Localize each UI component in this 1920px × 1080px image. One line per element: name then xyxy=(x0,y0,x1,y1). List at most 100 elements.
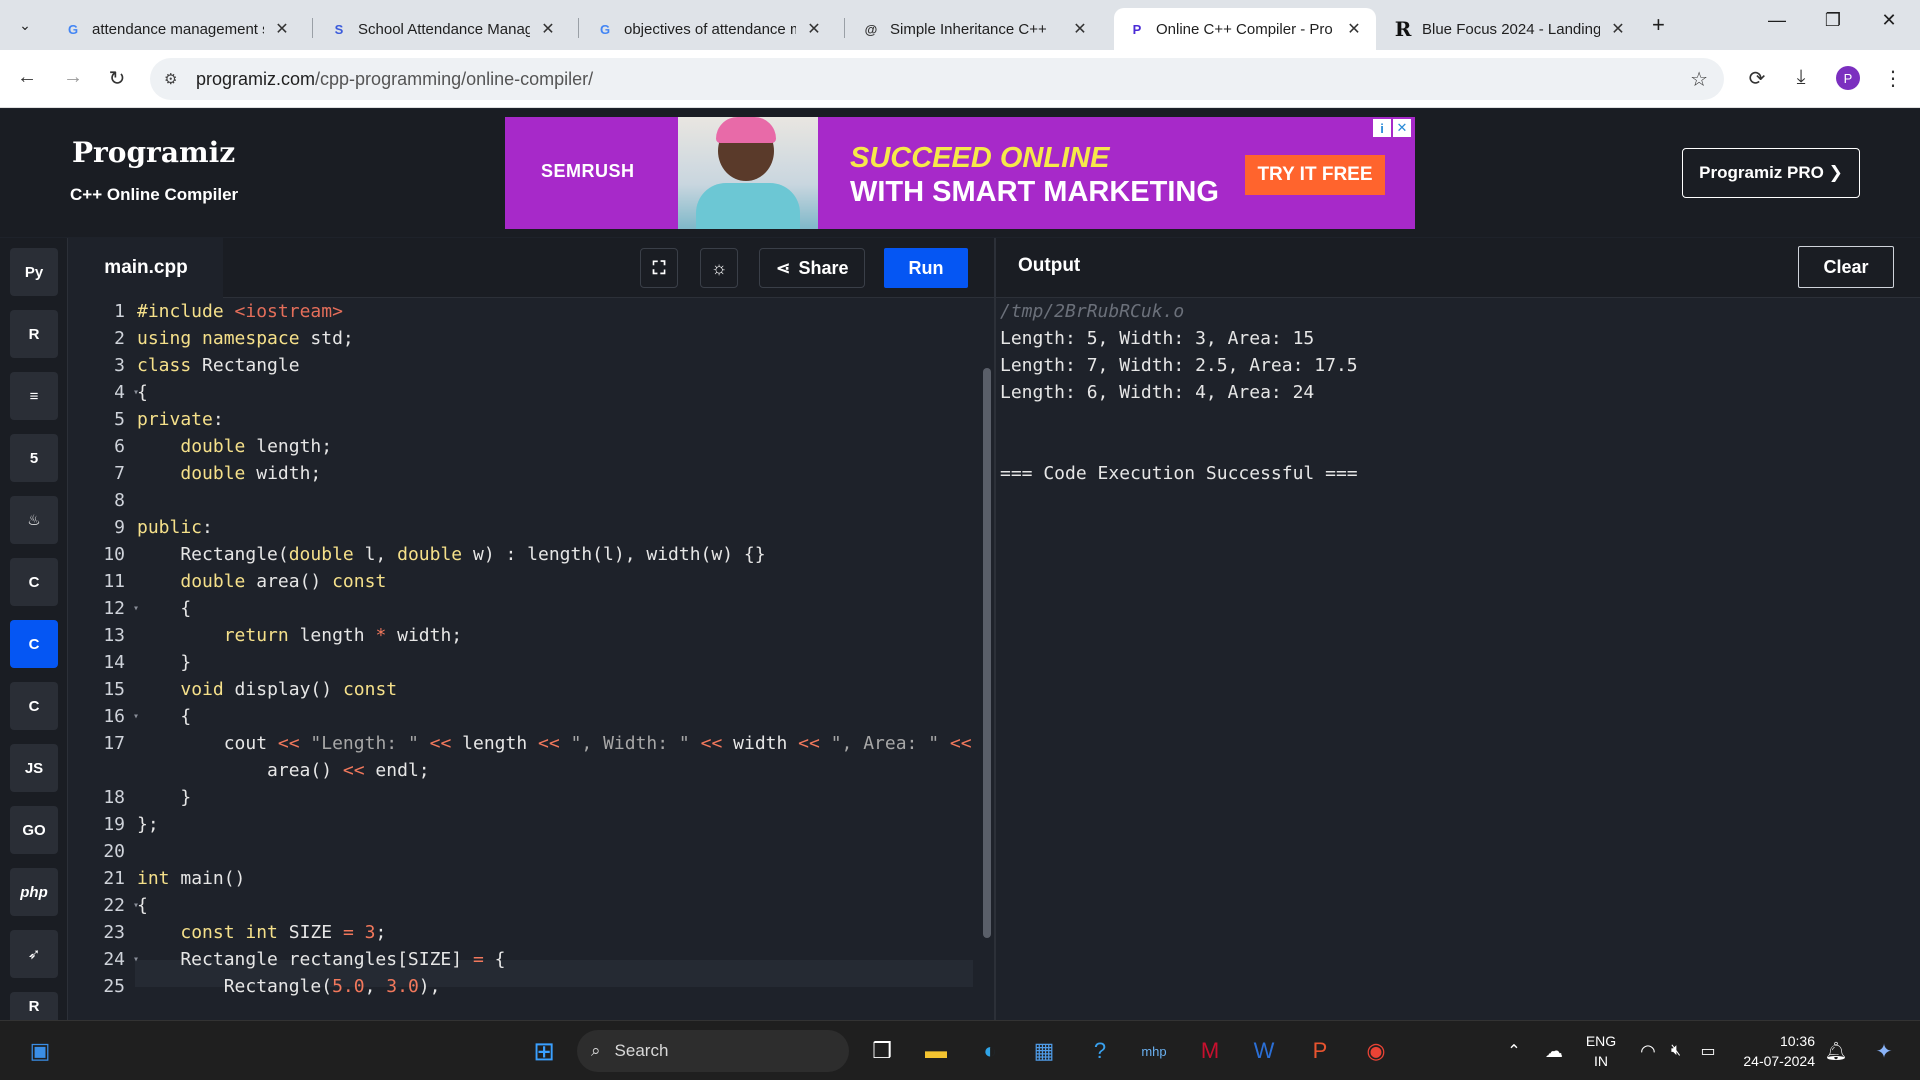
close-tab-icon[interactable]: ✕ xyxy=(1610,19,1626,39)
rust-icon[interactable]: R xyxy=(10,992,58,1020)
close-tab-icon[interactable]: ✕ xyxy=(274,19,290,39)
code-line: double area() const xyxy=(180,571,387,592)
code-line: using namespace std; xyxy=(137,328,354,349)
javascript-icon[interactable]: JS xyxy=(10,744,58,792)
code-line: { xyxy=(137,382,148,403)
theme-toggle-icon[interactable]: ☼ xyxy=(700,248,738,288)
battery-icon[interactable]: ▭ xyxy=(1688,1031,1728,1071)
ad-close-icon[interactable]: ✕ xyxy=(1393,119,1411,137)
editor-toolbar: main.cpp ⛶ ☼ ⋖ Share Run xyxy=(69,238,994,298)
run-button[interactable]: Run xyxy=(884,248,968,288)
menu-kebab-icon[interactable]: ⋮ xyxy=(1880,66,1906,91)
code-area[interactable]: 1 2 3 4 ▾ 5 6 7 8 9 10 11 12 ▾ 13 14 15 16… xyxy=(69,298,994,1020)
java-icon[interactable]: ♨ xyxy=(10,496,58,544)
close-tab-icon[interactable]: ✕ xyxy=(806,19,822,39)
chatgpt-icon: @ xyxy=(864,21,878,37)
code-editor-panel: main.cpp ⛶ ☼ ⋖ Share Run 1 2 3 4 ▾ 5 6 7 … xyxy=(69,238,994,1020)
profile-avatar[interactable]: P xyxy=(1836,66,1860,90)
code-line: class Rectangle xyxy=(137,355,300,376)
code-line: cout << "Length: " << length << ", Width… xyxy=(137,733,972,754)
store-icon[interactable]: ▦ xyxy=(1024,1031,1064,1071)
swift-icon[interactable]: ➶ xyxy=(10,930,58,978)
code-line: }; xyxy=(137,814,159,835)
app-icon[interactable]: mhp xyxy=(1134,1031,1174,1071)
onedrive-icon[interactable]: ☁ xyxy=(1534,1031,1574,1071)
bookmark-star-icon[interactable]: ☆ xyxy=(1690,67,1708,92)
powerpoint-icon[interactable]: P xyxy=(1300,1031,1340,1071)
code-line: void display() const xyxy=(180,679,398,700)
code-line: { xyxy=(137,598,192,619)
ad-info-icon[interactable]: i xyxy=(1373,119,1391,137)
programiz-logo[interactable]: Programiz xyxy=(72,136,235,169)
browser-tab[interactable]: G attendance management s ✕ xyxy=(50,8,304,50)
r-language-icon[interactable]: R xyxy=(10,310,58,358)
new-tab-button[interactable]: + xyxy=(1652,12,1665,38)
mcafee-icon[interactable]: M xyxy=(1190,1031,1230,1071)
tab-title: School Attendance Manag xyxy=(358,20,530,38)
windows-start-icon[interactable]: ⊞ xyxy=(524,1031,564,1071)
help-icon[interactable]: ? xyxy=(1080,1031,1120,1071)
download-icon[interactable]: ⤓ xyxy=(1788,66,1814,89)
ad-subheadline: WITH SMART MARKETING xyxy=(850,176,1219,208)
output-panel: Output Clear /tmp/2BrRubRCuk.o Length: 5… xyxy=(996,238,1920,1020)
language-sidebar: Py R ≡ 5 ♨ C C C JS GO php ➶ R xyxy=(0,238,68,1020)
html-icon[interactable]: 5 xyxy=(10,434,58,482)
programiz-pro-button[interactable]: Programiz PRO ❯ xyxy=(1682,148,1860,198)
output-line: Length: 7, Width: 2.5, Area: 17.5 xyxy=(1000,355,1358,376)
close-tab-icon[interactable]: ✕ xyxy=(540,19,556,39)
extension-icon[interactable]: ⟳ xyxy=(1744,66,1770,91)
python-icon[interactable]: Py xyxy=(10,248,58,296)
widgets-icon[interactable]: ▣ xyxy=(20,1031,60,1071)
taskbar-clock[interactable]: 10:36 24-07-2024 xyxy=(1735,1031,1815,1071)
restore-icon[interactable]: ❐ xyxy=(1818,10,1848,31)
close-tab-icon[interactable]: ✕ xyxy=(1346,19,1362,39)
tab-title: objectives of attendance m xyxy=(624,20,796,38)
address-bar[interactable]: ⚙ programiz.com/cpp-programming/online-c… xyxy=(150,58,1724,100)
close-window-icon[interactable]: ✕ xyxy=(1874,10,1904,31)
browser-tab[interactable]: S School Attendance Manag ✕ xyxy=(316,8,570,50)
word-icon[interactable]: W xyxy=(1244,1031,1284,1071)
advertisement-banner[interactable]: SEMRUSH SUCCEED ONLINE WITH SMART MARKET… xyxy=(505,117,1415,229)
output-path: /tmp/2BrRubRCuk.o xyxy=(1000,301,1185,322)
share-button[interactable]: ⋖ Share xyxy=(759,248,865,288)
browser-tab[interactable]: G objectives of attendance m ✕ xyxy=(582,8,836,50)
code-line: #include <iostream> xyxy=(137,301,343,322)
chrome-icon[interactable]: ◉ xyxy=(1356,1031,1396,1071)
sql-icon[interactable]: ≡ xyxy=(10,372,58,420)
code-line: { xyxy=(137,895,148,916)
code-line: Rectangle rectangles[SIZE] = { xyxy=(137,949,506,970)
site-favicon-icon: R xyxy=(1394,17,1412,41)
share-icon: ⋖ xyxy=(775,257,791,278)
minimize-icon[interactable]: — xyxy=(1762,10,1792,31)
cpp-icon[interactable]: C xyxy=(10,620,58,668)
taskbar-search[interactable]: ⌕ Search xyxy=(577,1030,849,1072)
close-tab-icon[interactable]: ✕ xyxy=(1072,19,1088,39)
ad-cta-button[interactable]: TRY IT FREE xyxy=(1245,155,1385,195)
c-icon[interactable]: C xyxy=(10,558,58,606)
site-info-icon[interactable]: ⚙ xyxy=(164,70,184,88)
php-icon[interactable]: php xyxy=(10,868,58,916)
edge-icon[interactable]: ◐ xyxy=(970,1031,1010,1071)
reload-icon[interactable]: ↻ xyxy=(104,66,130,91)
browser-tab[interactable]: @ Simple Inheritance C++ ✕ xyxy=(848,8,1102,50)
browser-tab-active[interactable]: P Online C++ Compiler - Pro ✕ xyxy=(1114,8,1376,50)
browser-tab[interactable]: R Blue Focus 2024 - Landing ✕ xyxy=(1380,8,1640,50)
code-line: int main() xyxy=(137,868,246,889)
task-view-icon[interactable]: ❒ xyxy=(862,1031,902,1071)
editor-scrollbar[interactable] xyxy=(983,368,991,938)
file-explorer-icon[interactable]: ▬ xyxy=(916,1031,956,1071)
fullscreen-icon[interactable]: ⛶ xyxy=(640,248,678,288)
go-icon[interactable]: GO xyxy=(10,806,58,854)
copilot-icon[interactable]: ✦ xyxy=(1864,1031,1904,1071)
forward-icon[interactable]: → xyxy=(60,66,86,89)
notification-icon[interactable]: 🔔︎ xyxy=(1816,1031,1856,1071)
tab-search-button[interactable]: ⌄ xyxy=(8,9,42,41)
file-tab[interactable]: main.cpp xyxy=(69,238,223,298)
back-icon[interactable]: ← xyxy=(14,66,40,89)
code-line: } xyxy=(137,652,192,673)
csharp-icon[interactable]: C xyxy=(10,682,58,730)
input-language[interactable]: ENG IN xyxy=(1583,1031,1619,1071)
clear-button[interactable]: Clear xyxy=(1798,246,1894,288)
tray-overflow-icon[interactable]: ⌃ xyxy=(1494,1031,1534,1071)
